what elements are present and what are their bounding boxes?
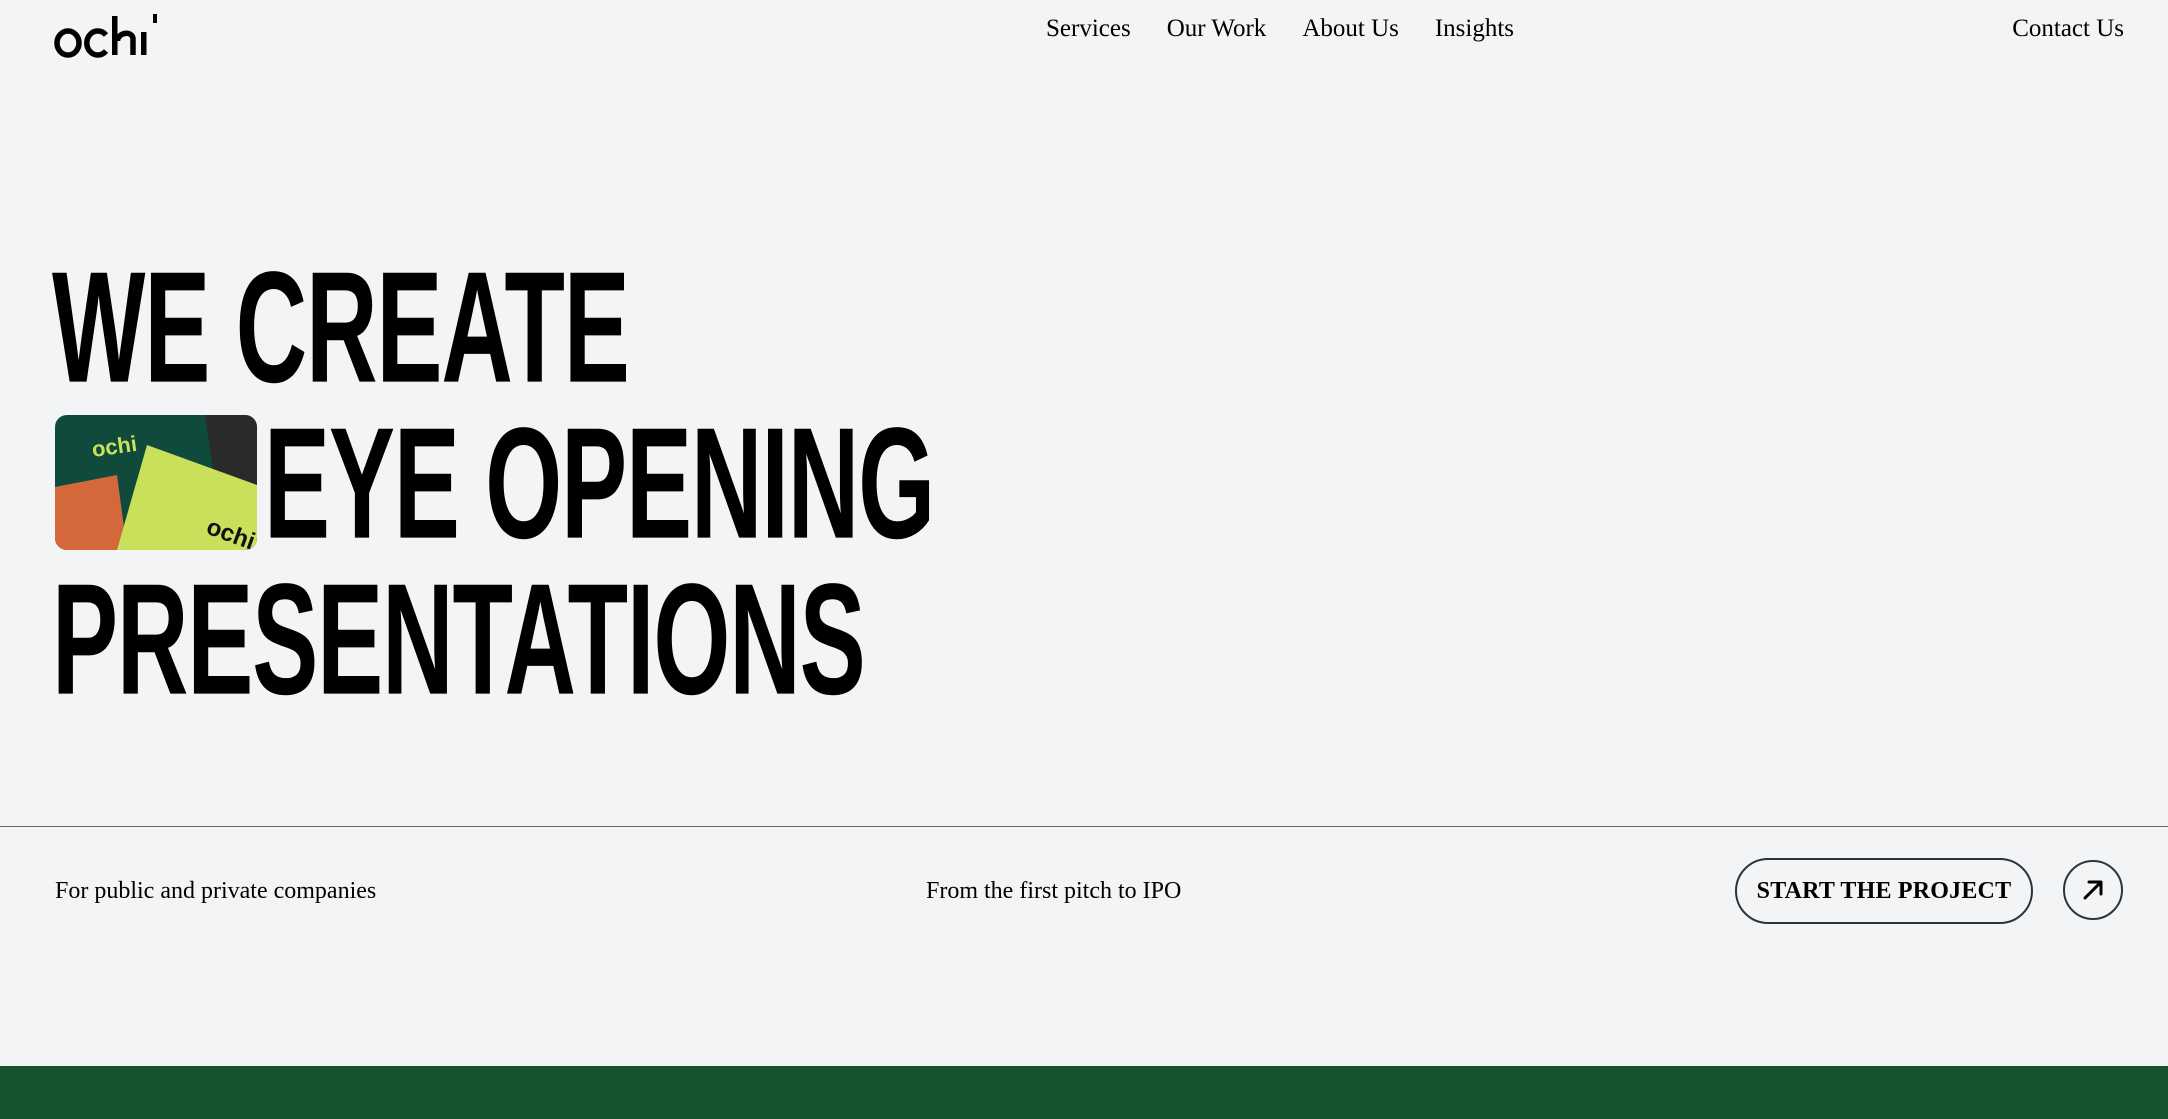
start-project-arrow-button[interactable]	[2063, 860, 2123, 920]
hero-line-1: WE CREATE	[52, 239, 1101, 416]
tagline-companies: For public and private companies	[55, 878, 377, 904]
nav-insights[interactable]: Insights	[1435, 12, 1514, 46]
hero-heading-line-1: WE CREATE	[52, 239, 630, 416]
page: Services Our Work About Us Insights Cont…	[0, 0, 2168, 1119]
hero-thumbnail-graphic: ochi ochi	[55, 415, 257, 550]
next-section-band	[0, 1066, 2168, 1119]
main-nav: Services Our Work About Us Insights	[1046, 12, 1514, 46]
ochi-logo[interactable]	[54, 11, 166, 59]
site-header: Services Our Work About Us Insights Cont…	[0, 0, 2168, 62]
section-divider	[0, 826, 2168, 827]
nav-our-work[interactable]: Our Work	[1167, 12, 1267, 46]
start-project-button[interactable]: START THE PROJECT	[1735, 858, 2033, 924]
hero-heading-line-3: PRESENTATIONS	[52, 551, 866, 728]
nav-services[interactable]: Services	[1046, 12, 1131, 46]
nav-contact-us[interactable]: Contact Us	[2012, 12, 2124, 46]
hero-heading-line-2: EYE OPENING	[264, 395, 935, 572]
nav-about-us[interactable]: About Us	[1302, 12, 1399, 46]
hero-line-3: PRESENTATIONS	[52, 551, 1529, 728]
arrow-up-right-icon	[2083, 880, 2103, 900]
hero-thumbnail-image: ochi ochi	[55, 415, 257, 550]
tagline-pitch: From the first pitch to IPO	[926, 878, 1182, 904]
hero-line-2: EYE OPENING	[264, 395, 1482, 572]
start-project-label: START THE PROJECT	[1756, 877, 2012, 904]
